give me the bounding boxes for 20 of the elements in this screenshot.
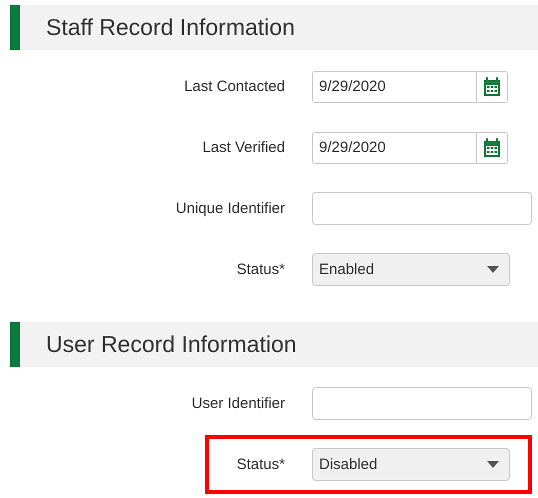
field-label: Status* xyxy=(236,261,285,278)
accent-bar xyxy=(10,5,20,50)
status-dropdown[interactable]: Disabled xyxy=(312,448,510,481)
section-title: User Record Information xyxy=(46,331,297,358)
calendar-icon xyxy=(483,76,501,96)
field-label: Last Contacted xyxy=(183,78,285,95)
caret-icon xyxy=(487,461,499,468)
field-label: User Identifier xyxy=(190,395,285,412)
accent-bar xyxy=(10,322,20,367)
date-field[interactable]: 9/29/2020 xyxy=(312,70,508,102)
input-field[interactable] xyxy=(312,387,532,420)
calendar-icon xyxy=(483,138,501,158)
date-field[interactable]: 9/29/2020 xyxy=(312,132,508,164)
field-label: Unique Identifier xyxy=(174,200,285,217)
input-field[interactable] xyxy=(312,192,532,225)
field-label: Status* xyxy=(236,456,285,473)
caret-icon xyxy=(487,266,499,273)
status-dropdown[interactable]: Enabled xyxy=(312,253,510,286)
section-title: Staff Record Information xyxy=(46,14,295,41)
field-label: Last Verified xyxy=(201,139,285,156)
